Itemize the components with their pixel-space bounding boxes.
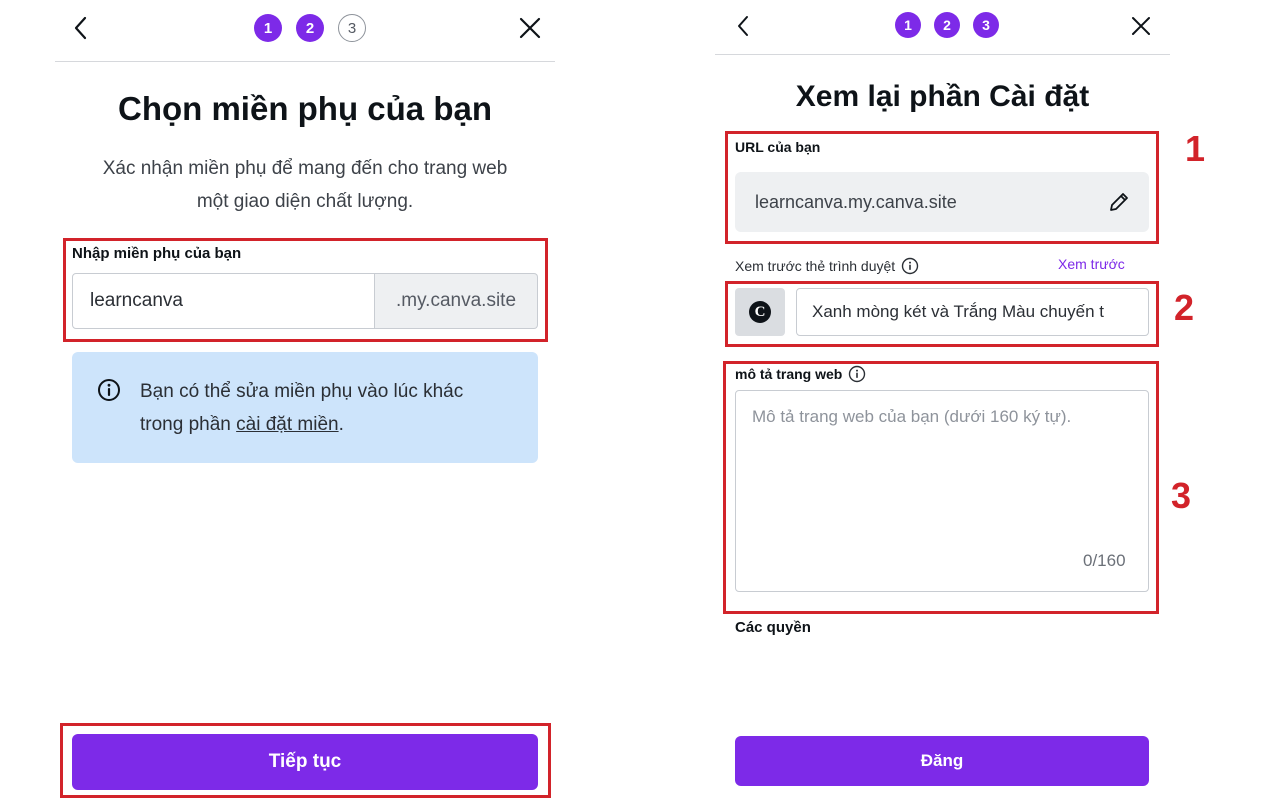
step-1: 1 xyxy=(254,14,282,42)
info-text: Bạn có thể sửa miền phụ vào lúc khác tro… xyxy=(140,375,463,441)
info-line-2-suffix: . xyxy=(338,414,344,435)
step-indicator: 1 2 3 xyxy=(254,14,366,42)
domain-suffix: .my.canva.site xyxy=(375,273,538,329)
subtitle-line-1: Xác nhận miền phụ để mang đến cho trang … xyxy=(102,158,508,179)
page-title: Chọn miền phụ của bạn xyxy=(117,90,492,127)
publish-button[interactable]: Đăng xyxy=(735,736,1149,786)
back-arrow-icon[interactable] xyxy=(727,10,759,42)
close-icon[interactable] xyxy=(514,12,546,44)
url-field: learncanva.my.canva.site xyxy=(735,172,1149,232)
browser-preview-label: Xem trước thẻ trình duyệt xyxy=(735,258,896,274)
tab-title-value: Xanh mòng két và Trắng Màu chuyến t xyxy=(812,302,1105,321)
back-arrow-icon[interactable] xyxy=(65,12,97,44)
review-settings-screen: 1 2 3 Xem lại phần Cài đặt URL của bạn l… xyxy=(715,0,1170,800)
continue-button[interactable]: Tiếp tục xyxy=(72,734,538,790)
step-1: 1 xyxy=(895,12,921,38)
annotation-number-3: 3 xyxy=(1171,475,1192,516)
step-2: 2 xyxy=(934,12,960,38)
info-line-2: trong phần cài đặt miền. xyxy=(140,408,463,441)
step-2: 2 xyxy=(296,14,324,42)
info-icon[interactable] xyxy=(848,365,866,383)
pencil-icon[interactable] xyxy=(1103,186,1135,218)
top-bar: 1 2 3 xyxy=(715,0,1170,55)
preview-link[interactable]: Xem trước xyxy=(1058,256,1125,272)
subtitle-line-2: một giao diện chất lượng. xyxy=(196,191,414,212)
info-line-2-prefix: trong phần xyxy=(140,414,237,435)
url-label: URL của bạn xyxy=(735,139,821,155)
step-3: 3 xyxy=(338,14,366,42)
permissions-label: Các quyền xyxy=(735,619,811,636)
annotation-number-1: 1 xyxy=(1185,128,1206,169)
subdomain-screen: 1 2 3 Chọn miền phụ của bạn Xác nhận miề… xyxy=(55,0,555,800)
subdomain-label: Nhập miền phụ của bạn xyxy=(72,245,242,262)
step-3: 3 xyxy=(973,12,999,38)
domain-settings-link[interactable]: cài đặt miền xyxy=(236,414,338,435)
browser-preview-label-row: Xem trước thẻ trình duyệt xyxy=(735,257,919,275)
annotation-number-2: 2 xyxy=(1174,287,1195,328)
tab-title-input[interactable]: Xanh mòng két và Trắng Màu chuyến t xyxy=(796,288,1149,336)
description-label-row: mô tả trang web xyxy=(735,365,866,383)
step-indicator: 1 2 3 xyxy=(895,12,999,38)
page-subtitle: Xác nhận miền phụ để mang đến cho trang … xyxy=(75,152,535,218)
info-line-1: Bạn có thể sửa miền phụ vào lúc khác xyxy=(140,381,464,402)
char-counter: 0/160 xyxy=(1083,551,1126,570)
favicon-preview[interactable]: C xyxy=(735,288,785,336)
subdomain-value: learncanva xyxy=(90,290,183,311)
top-bar: 1 2 3 xyxy=(55,0,555,62)
description-label: mô tả trang web xyxy=(735,366,843,382)
info-icon xyxy=(97,378,121,407)
page-title: Xem lại phần Cài đặt xyxy=(795,80,1090,113)
url-value: learncanva.my.canva.site xyxy=(755,191,957,212)
info-banner: Bạn có thể sửa miền phụ vào lúc khác tro… xyxy=(72,352,538,463)
subdomain-input[interactable]: learncanva xyxy=(72,273,375,329)
info-icon[interactable] xyxy=(901,257,919,275)
favicon-letter: C xyxy=(749,301,771,323)
close-icon[interactable] xyxy=(1125,10,1157,42)
